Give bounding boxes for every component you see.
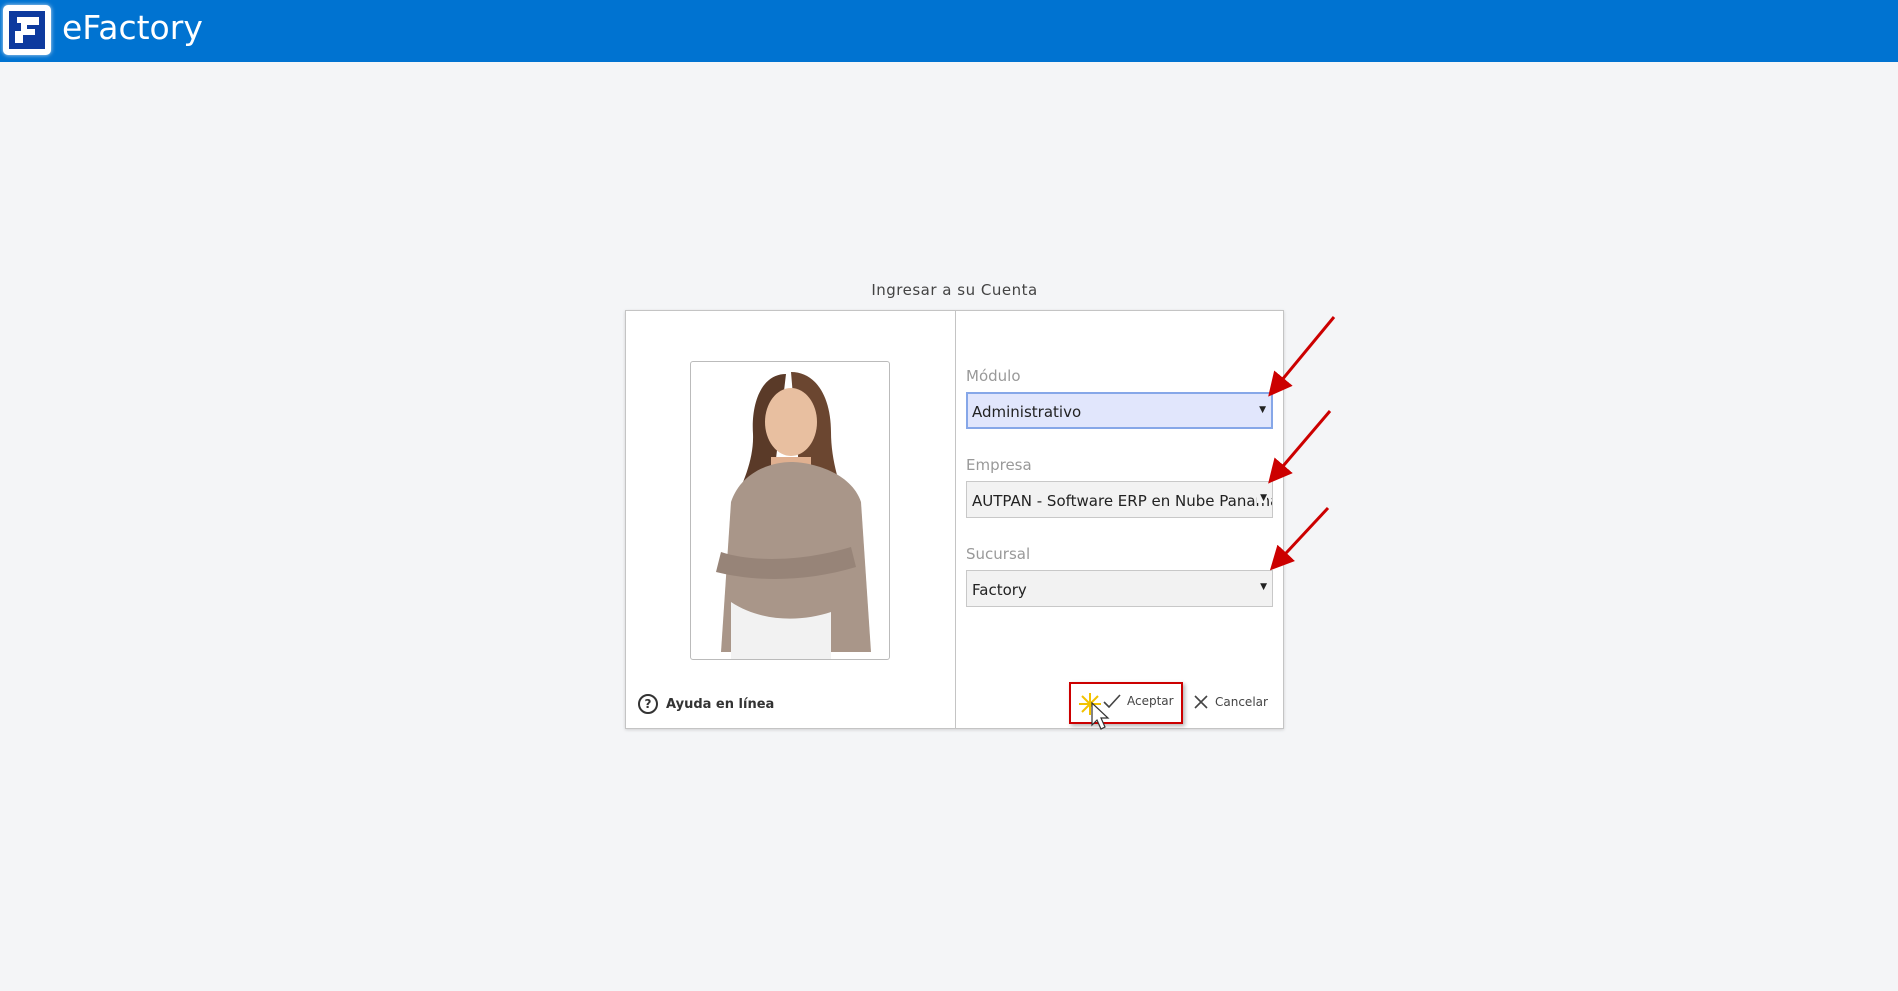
- help-icon: ?: [638, 694, 658, 714]
- online-help-link[interactable]: ? Ayuda en línea: [638, 694, 774, 714]
- chevron-down-icon: ▼: [1257, 493, 1267, 503]
- efactory-logo-icon: [3, 5, 51, 55]
- company-value: AUTPAN - Software ERP en Nube Panamá: [972, 492, 1273, 510]
- branch-label: Sucursal: [966, 545, 1031, 563]
- app-title: eFactory: [62, 8, 203, 47]
- branch-value: Factory: [972, 581, 1027, 599]
- app-header: eFactory: [0, 0, 1898, 62]
- close-icon: [1194, 695, 1208, 709]
- accept-label: Aceptar: [1127, 694, 1174, 708]
- branch-select[interactable]: Factory ▼: [966, 570, 1273, 607]
- divider: [955, 311, 956, 728]
- module-label: Módulo: [966, 367, 1021, 385]
- module-select[interactable]: Administrativo ▼: [966, 392, 1273, 429]
- chevron-down-icon: ▼: [1260, 582, 1267, 592]
- help-label: Ayuda en línea: [666, 696, 775, 712]
- click-cursor-icon: [1079, 693, 1110, 730]
- cancel-label: Cancelar: [1215, 695, 1268, 709]
- chevron-down-icon: ▼: [1259, 405, 1266, 415]
- company-select[interactable]: AUTPAN - Software ERP en Nube Panamá ▼: [966, 481, 1273, 518]
- company-label: Empresa: [966, 456, 1032, 474]
- cancel-button[interactable]: Cancelar: [1193, 694, 1268, 710]
- login-dialog: ? Ayuda en línea Módulo Administrativo ▼…: [625, 310, 1284, 730]
- dialog-title: Ingresar a su Cuenta: [871, 281, 1038, 299]
- user-photo: [690, 361, 890, 660]
- module-value: Administrativo: [972, 403, 1082, 421]
